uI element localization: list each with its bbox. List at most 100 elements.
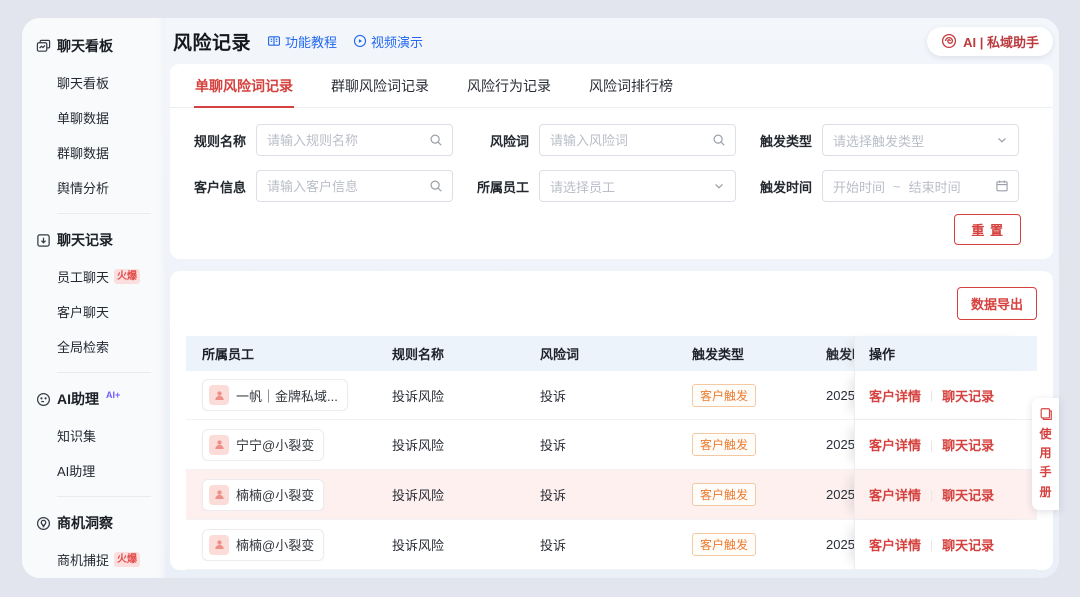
customer-detail-link[interactable]: 客户详情 [869, 386, 921, 405]
filter-form: 规则名称 风险词 [170, 108, 1053, 259]
filter-risk-word: 风险词 [471, 124, 736, 156]
column-header-trigger-type: 触发类型 [676, 344, 826, 363]
chat-board-icon [36, 39, 51, 54]
risk-word-field[interactable] [550, 133, 712, 148]
tutorial-link[interactable]: 功能教程 [267, 32, 337, 51]
rule-name-input[interactable] [256, 124, 453, 156]
employee-chip[interactable]: 宁宁@小裂变 [202, 429, 324, 461]
sidebar-item-chat-board[interactable]: 聊天看板 [57, 73, 165, 92]
customer-detail-link[interactable]: 客户详情 [869, 435, 921, 454]
sidebar-item-global-search[interactable]: 全局检索 [57, 337, 165, 356]
search-icon [712, 133, 726, 147]
avatar-icon [209, 385, 229, 405]
filter-trigger-type: 触发类型 请选择触发类型 [754, 124, 1019, 156]
filter-rule-name: 规则名称 [188, 124, 453, 156]
table-row: 楠楠@小裂变 投诉风险 投诉 客户触发 2025 客户详情 | 聊天记录 [186, 470, 1037, 520]
actions-cell: 客户详情 | 聊天记录 [854, 520, 1037, 569]
sidebar-section-title: AI助理 [57, 389, 99, 409]
sidebar-item-knowledge-set[interactable]: 知识集 [57, 426, 165, 445]
risk-word-cell: 投诉 [524, 485, 676, 504]
column-header-actions: 操作 [854, 336, 1037, 371]
tutorial-icon [267, 34, 281, 48]
sidebar-section-chat-board: 聊天看板 [36, 36, 165, 56]
rule-name-field[interactable] [267, 133, 429, 148]
sidebar-section-title: 商机洞察 [57, 513, 113, 533]
table-row: 楠楠@小裂变 投诉风险 投诉 客户触发 2025 客户详情 | 聊天记录 [186, 520, 1037, 570]
sidebar-item-sentiment-analysis[interactable]: 舆情分析 [57, 178, 165, 197]
tab-single-chat-risk-words[interactable]: 单聊风险词记录 [194, 64, 294, 108]
column-header-employee: 所属员工 [186, 344, 376, 363]
calendar-icon [995, 179, 1009, 193]
sidebar-divider [57, 372, 151, 373]
data-export-button[interactable]: 数据导出 [957, 287, 1037, 320]
trigger-time-cell: 2025 [826, 487, 854, 502]
risk-word-label: 风险词 [471, 131, 529, 150]
trigger-type-badge: 客户触发 [692, 533, 756, 556]
filter-trigger-time: 触发时间 开始时间 ~ 结束时间 [754, 170, 1019, 202]
trigger-time-range-picker[interactable]: 开始时间 ~ 结束时间 [822, 170, 1019, 202]
tab-risk-behavior[interactable]: 风险行为记录 [466, 64, 552, 108]
trigger-type-label: 触发类型 [754, 131, 812, 150]
trigger-time-cell: 2025 [826, 537, 854, 552]
sidebar-section-chat-records: 聊天记录 [36, 230, 165, 250]
risk-word-cell: 投诉 [524, 535, 676, 554]
video-play-icon [353, 34, 367, 48]
action-separator: | [930, 388, 933, 402]
employee-label: 所属员工 [471, 177, 529, 196]
action-separator: | [930, 438, 933, 452]
manual-book-icon [1039, 407, 1053, 421]
ai-plus-badge: AI+ [106, 390, 120, 400]
chat-record-link[interactable]: 聊天记录 [942, 535, 994, 554]
employee-chip[interactable]: 楠楠@小裂变 [202, 479, 324, 511]
tab-group-chat-risk-words[interactable]: 群聊风险词记录 [330, 64, 430, 108]
tab-risk-word-ranking[interactable]: 风险词排行榜 [588, 64, 674, 108]
employee-select[interactable]: 请选择员工 [539, 170, 736, 202]
action-separator: | [930, 538, 933, 552]
sidebar: 聊天看板 聊天看板 单聊数据 群聊数据 舆情分析 聊天记录 员工聊天 火爆 [22, 18, 165, 578]
chat-record-link[interactable]: 聊天记录 [942, 435, 994, 454]
opportunity-icon [36, 516, 51, 531]
sidebar-item-customer-chat[interactable]: 客户聊天 [57, 302, 165, 321]
reset-button[interactable]: 重 置 [954, 214, 1021, 245]
sidebar-item-group-chat-data[interactable]: 群聊数据 [57, 143, 165, 162]
chevron-down-icon [712, 179, 726, 193]
sidebar-item-single-chat-data[interactable]: 单聊数据 [57, 108, 165, 127]
rule-name-label: 规则名称 [188, 131, 246, 150]
ai-private-assistant-button[interactable]: AI | 私域助手 [927, 27, 1053, 56]
sidebar-item-employee-chat[interactable]: 员工聊天 火爆 [57, 267, 165, 286]
risk-word-cell: 投诉 [524, 435, 676, 454]
filter-customer-info: 客户信息 [188, 170, 453, 202]
trigger-type-select[interactable]: 请选择触发类型 [822, 124, 1019, 156]
trigger-time-label: 触发时间 [754, 177, 812, 196]
employee-chip[interactable]: 楠楠@小裂变 [202, 529, 324, 561]
employee-chip[interactable]: 一帆｜金牌私域... [202, 379, 348, 411]
customer-info-field[interactable] [267, 179, 429, 194]
table-row: 宁宁@小裂变 投诉风险 投诉 客户触发 2025 客户详情 | 聊天记录 [186, 420, 1037, 470]
customer-detail-link[interactable]: 客户详情 [869, 535, 921, 554]
sidebar-item-opportunity-capture[interactable]: 商机捕捉 火爆 [57, 550, 165, 569]
sidebar-item-ai-assistant[interactable]: AI助理 [57, 461, 165, 480]
rule-name-cell: 投诉风险 [376, 485, 524, 504]
column-header-rule-name: 规则名称 [376, 344, 524, 363]
ai-assistant-icon [36, 392, 51, 407]
main-content: 风险记录 功能教程 视频演示 [165, 18, 1059, 578]
actions-cell: 客户详情 | 聊天记录 [854, 420, 1037, 469]
chat-record-link[interactable]: 聊天记录 [942, 485, 994, 504]
customer-detail-link[interactable]: 客户详情 [869, 485, 921, 504]
hot-badge: 火爆 [114, 552, 140, 567]
page-title: 风险记录 [173, 28, 251, 55]
search-icon [429, 179, 443, 193]
sidebar-divider [57, 496, 151, 497]
page-header: 风险记录 功能教程 视频演示 [170, 18, 1053, 64]
column-header-risk-word: 风险词 [524, 344, 676, 363]
video-demo-link[interactable]: 视频演示 [353, 32, 423, 51]
customer-info-label: 客户信息 [188, 177, 246, 196]
risk-word-cell: 投诉 [524, 386, 676, 405]
trigger-type-badge: 客户触发 [692, 433, 756, 456]
tab-bar: 单聊风险词记录 群聊风险词记录 风险行为记录 风险词排行榜 [170, 64, 1053, 108]
chat-record-link[interactable]: 聊天记录 [942, 386, 994, 405]
risk-word-input[interactable] [539, 124, 736, 156]
usage-manual-tab[interactable]: 使用手册 [1032, 398, 1059, 510]
chevron-down-icon [995, 133, 1009, 147]
customer-info-input[interactable] [256, 170, 453, 202]
